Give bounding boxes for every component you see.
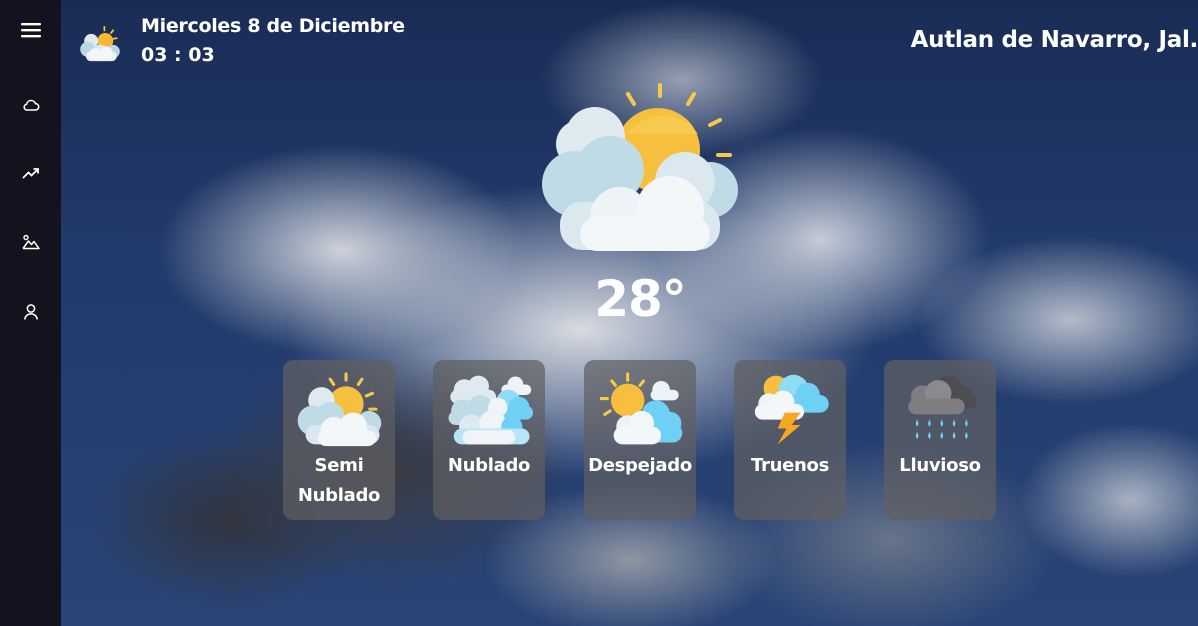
partly-cloudy-icon (542, 83, 738, 251)
partly-cloudy-icon (297, 372, 382, 447)
sidebar-item-trends[interactable] (18, 160, 44, 186)
forecast-card-despejado[interactable]: Despejado (584, 360, 696, 520)
forecast-label: Truenos (751, 455, 829, 476)
forecast-label: Despejado (588, 455, 692, 476)
cloudy-icon (448, 375, 533, 445)
sidebar-item-landscape[interactable] (18, 229, 44, 255)
location-label: Autlan de Navarro, Jal. (910, 27, 1198, 53)
forecast-label: Semi Nublado (297, 455, 381, 506)
menu-icon (21, 23, 41, 38)
temperature: 28° (594, 270, 687, 328)
user-icon (24, 304, 38, 320)
date-label: Miercoles 8 de Diciembre (141, 15, 405, 37)
sidebar (0, 0, 61, 626)
cloud-icon (23, 99, 40, 111)
sunny-clouds-icon (599, 372, 683, 445)
forecast-card-nublado[interactable]: Nublado (433, 360, 545, 520)
landscape-icon (22, 234, 40, 250)
sidebar-item-weather[interactable] (18, 92, 44, 118)
partly-cloudy-icon (80, 25, 120, 62)
forecast-card-semi-nublado[interactable]: Semi Nublado (283, 360, 395, 520)
forecast-card-lluvioso[interactable]: Lluvioso (884, 360, 996, 520)
time-label: 03 : 03 (141, 44, 215, 66)
menu-button[interactable] (18, 17, 44, 43)
rain-icon (908, 375, 977, 440)
forecast-label: Nublado (447, 455, 531, 476)
thunderstorm-icon (754, 374, 829, 445)
sidebar-item-profile[interactable] (18, 299, 44, 325)
trending-up-icon (22, 168, 39, 179)
forecast-card-truenos[interactable]: Truenos (734, 360, 846, 520)
forecast-label: Lluvioso (899, 455, 981, 476)
